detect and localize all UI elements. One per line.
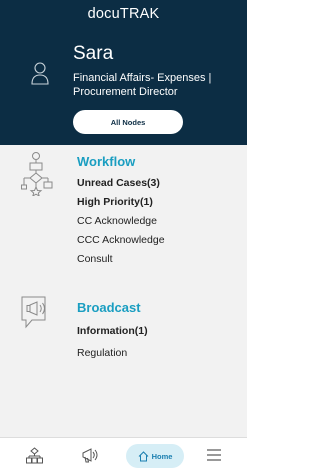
workflow-item-consult[interactable]: Consult: [77, 253, 113, 265]
bottom-nav: Home: [0, 437, 247, 473]
broadcast-item-regulation[interactable]: Regulation: [77, 347, 127, 359]
broadcast-title: Broadcast: [77, 300, 141, 315]
home-tab-button[interactable]: Home: [126, 444, 184, 468]
nav-broadcast-icon[interactable]: [82, 447, 99, 464]
broadcast-icon: [21, 296, 46, 329]
menu-icon[interactable]: [206, 447, 222, 463]
nav-workflow-icon[interactable]: [26, 447, 43, 464]
workflow-item-ccc-acknowledge[interactable]: CCC Acknowledge: [77, 234, 165, 246]
user-role: Financial Affairs- Expenses | Procuremen…: [73, 72, 212, 98]
all-nodes-button[interactable]: All Nodes: [73, 110, 183, 134]
app-title: docuTRAK: [87, 6, 160, 22]
workflow-item-high-priority[interactable]: High Priority(1): [77, 196, 153, 208]
profile-header: docuTRAK Sara Financial Affairs- Expense…: [0, 0, 247, 145]
broadcast-item-information[interactable]: Information(1): [77, 325, 148, 337]
workflow-icon: [21, 152, 53, 196]
user-name: Sara: [73, 43, 114, 64]
workflow-item-cc-acknowledge[interactable]: CC Acknowledge: [77, 215, 157, 227]
user-avatar-icon: [31, 62, 49, 85]
home-tab-label: Home: [151, 451, 173, 461]
home-icon: [138, 450, 148, 461]
home-content: Workflow Unread Cases(3) High Priority(1…: [0, 145, 247, 437]
workflow-item-unread-cases[interactable]: Unread Cases(3): [77, 177, 160, 189]
workflow-title: Workflow: [77, 154, 136, 169]
